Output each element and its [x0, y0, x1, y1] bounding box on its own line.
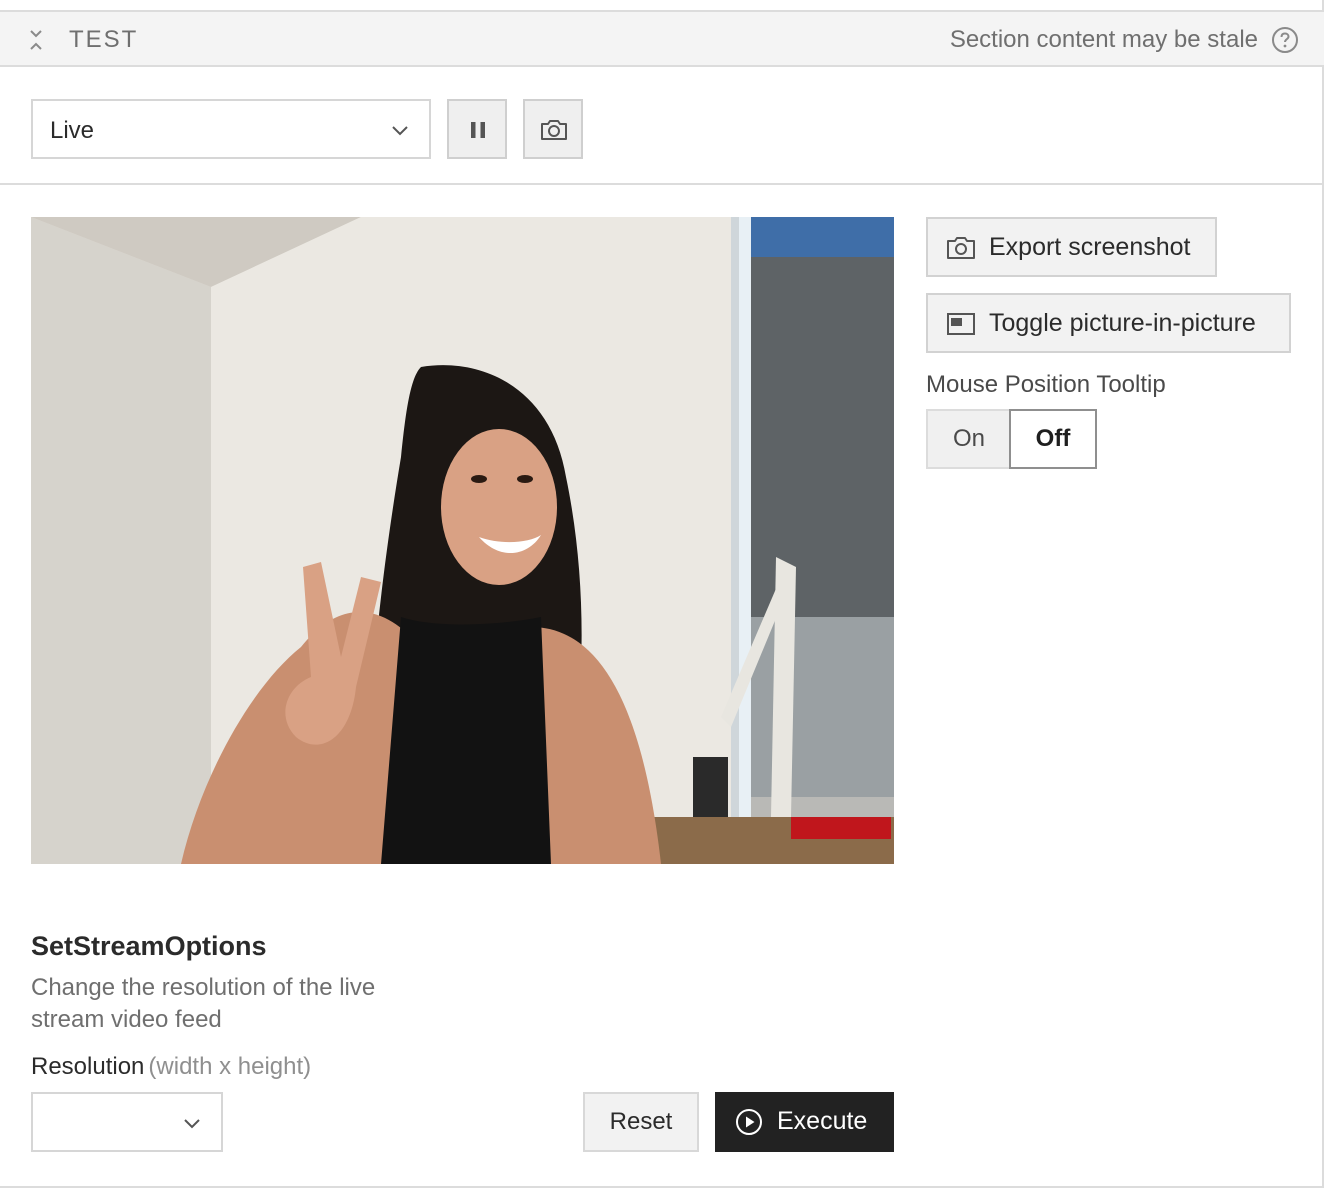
- reset-button[interactable]: Reset: [583, 1092, 699, 1152]
- snapshot-button[interactable]: [523, 99, 583, 159]
- toolbar-divider: [0, 183, 1324, 185]
- mouse-tooltip-label: Mouse Position Tooltip: [926, 371, 1166, 398]
- resolution-label: Resolution (width x height): [31, 1053, 311, 1081]
- tooltip-off-toggle[interactable]: Off: [1009, 409, 1097, 469]
- execute-button[interactable]: Execute: [715, 1092, 894, 1152]
- help-circle-icon[interactable]: [1271, 26, 1299, 54]
- pause-icon: [471, 122, 485, 138]
- export-screenshot-label: Export screenshot: [989, 233, 1191, 261]
- stream-mode-select[interactable]: Live: [31, 99, 431, 159]
- stream-mode-value: Live: [50, 117, 95, 144]
- form-description: Change the resolution of the live stream…: [31, 974, 376, 1033]
- section-title: TEST: [69, 26, 139, 53]
- video-frame-image: [31, 217, 894, 864]
- test-section-panel: TEST Section content may be stale Live E…: [0, 0, 1324, 1188]
- collapse-arrows-icon[interactable]: [26, 28, 46, 52]
- camera-icon: [947, 237, 975, 259]
- tooltip-on-toggle[interactable]: On: [926, 409, 1010, 469]
- resolution-label-text: Resolution: [31, 1053, 145, 1080]
- picture-in-picture-icon: [947, 313, 975, 335]
- toggle-pip-button[interactable]: Toggle picture-in-picture: [926, 293, 1291, 353]
- resolution-hint: (width x height): [148, 1053, 312, 1080]
- pause-button[interactable]: [447, 99, 507, 159]
- play-circle-icon: [736, 1109, 762, 1135]
- live-video-feed[interactable]: [31, 217, 894, 864]
- stale-notice: Section content may be stale: [949, 26, 1258, 53]
- chevron-down-icon: [184, 1119, 200, 1129]
- chevron-down-icon: [392, 126, 408, 136]
- camera-icon: [541, 120, 567, 140]
- toggle-pip-label: Toggle picture-in-picture: [989, 309, 1256, 337]
- export-screenshot-button[interactable]: Export screenshot: [926, 217, 1217, 277]
- form-title: SetStreamOptions: [31, 931, 267, 961]
- execute-label: Execute: [777, 1107, 868, 1135]
- section-header: TEST Section content may be stale: [0, 10, 1324, 67]
- resolution-select[interactable]: [31, 1092, 223, 1152]
